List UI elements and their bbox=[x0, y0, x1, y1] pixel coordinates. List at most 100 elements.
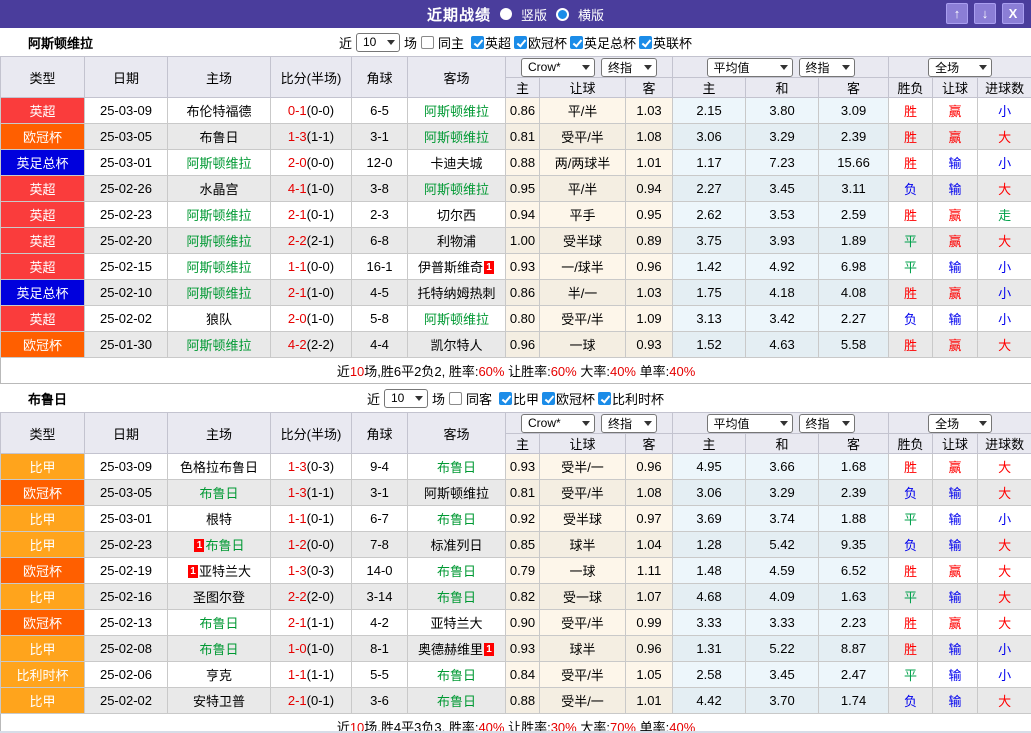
avg-home: 4.68 bbox=[673, 584, 746, 610]
match-date: 25-02-16 bbox=[85, 584, 168, 610]
avg-home: 2.15 bbox=[673, 98, 746, 124]
home-odds: 0.94 bbox=[506, 202, 540, 228]
league-type-cell: 英超 bbox=[1, 306, 85, 332]
league-type-cell: 比甲 bbox=[1, 454, 85, 480]
same-away-label[interactable]: 同客 bbox=[466, 389, 492, 408]
league-checkbox-label[interactable]: 英联杯 bbox=[653, 33, 692, 52]
match-count-select[interactable]: 10 bbox=[356, 33, 400, 52]
result-goals: 走 bbox=[978, 202, 1031, 228]
col-header-handicap: 让球 bbox=[540, 434, 626, 454]
odds-final-select[interactable]: 终指 bbox=[601, 414, 657, 433]
league-checkbox[interactable] bbox=[598, 392, 611, 405]
league-checkbox-label[interactable]: 英超 bbox=[485, 33, 511, 52]
match-row: 英超25-02-26水晶宫4-1(1-0)3-8阿斯顿维拉0.95平/半0.94… bbox=[1, 176, 1031, 202]
avg-draw: 3.29 bbox=[746, 480, 819, 506]
result-winloss: 平 bbox=[889, 662, 933, 688]
vertical-layout-label[interactable]: 竖版 bbox=[521, 5, 547, 24]
col-header-avg-away: 客 bbox=[819, 434, 889, 454]
scope-select[interactable]: 全场 bbox=[928, 414, 992, 433]
league-checkbox-label[interactable]: 欧冠杯 bbox=[528, 33, 567, 52]
match-row: 比甲25-02-231布鲁日1-2(0-0)7-8标准列日0.85球半1.041… bbox=[1, 532, 1031, 558]
away-team-cell: 标准列日 bbox=[408, 532, 506, 558]
result-winloss: 胜 bbox=[889, 98, 933, 124]
away-team-cell: 阿斯顿维拉 bbox=[408, 176, 506, 202]
league-checkbox[interactable] bbox=[514, 36, 527, 49]
same-away-checkbox[interactable] bbox=[449, 392, 462, 405]
team-name: 奥德赫维里 bbox=[418, 642, 483, 657]
team-name: 布鲁日 bbox=[437, 694, 476, 709]
handicap-line: 平/半 bbox=[540, 176, 626, 202]
col-header-type: 类型 bbox=[1, 57, 85, 98]
match-date: 25-03-01 bbox=[85, 150, 168, 176]
league-checkbox[interactable] bbox=[542, 392, 555, 405]
avg-source-select[interactable]: 平均值 bbox=[707, 414, 793, 433]
col-header-date: 日期 bbox=[85, 57, 168, 98]
score-cell: 1-2(0-0) bbox=[271, 532, 352, 558]
same-home-label[interactable]: 同主 bbox=[438, 33, 464, 52]
team-name: 布伦特福德 bbox=[186, 104, 251, 119]
avg-home: 2.58 bbox=[673, 662, 746, 688]
away-team-cell: 奥德赫维里1 bbox=[408, 636, 506, 662]
league-checkbox[interactable] bbox=[471, 36, 484, 49]
corners-cell: 6-8 bbox=[352, 228, 408, 254]
league-type-cell: 比甲 bbox=[1, 636, 85, 662]
vertical-layout-radio[interactable] bbox=[500, 8, 512, 20]
team-name: 亨克 bbox=[206, 668, 232, 683]
corners-cell: 3-14 bbox=[352, 584, 408, 610]
league-checkbox-label[interactable]: 欧冠杯 bbox=[556, 389, 595, 408]
result-handicap: 输 bbox=[933, 662, 978, 688]
league-checkbox[interactable] bbox=[570, 36, 583, 49]
avg-source-select[interactable]: 平均值 bbox=[707, 58, 793, 77]
odds-source-select[interactable]: Crow* bbox=[521, 58, 595, 77]
league-checkbox-label[interactable]: 比甲 bbox=[513, 389, 539, 408]
result-winloss: 平 bbox=[889, 584, 933, 610]
match-row: 欧冠杯25-03-05布鲁日1-3(1-1)3-1阿斯顿维拉0.81受平/半1.… bbox=[1, 124, 1031, 150]
handicap-line: 两/两球半 bbox=[540, 150, 626, 176]
close-button[interactable]: X bbox=[1002, 3, 1024, 24]
team-name: 阿斯顿维拉 bbox=[424, 104, 489, 119]
away-team-cell: 亚特兰大 bbox=[408, 610, 506, 636]
avg-final-select[interactable]: 终指 bbox=[799, 414, 855, 433]
away-odds: 0.93 bbox=[626, 332, 673, 358]
avg-final-select[interactable]: 终指 bbox=[799, 58, 855, 77]
handicap-line: 一球 bbox=[540, 332, 626, 358]
away-team-cell: 托特纳姆热刺 bbox=[408, 280, 506, 306]
away-odds: 1.08 bbox=[626, 480, 673, 506]
match-count-select[interactable]: 10 bbox=[384, 389, 428, 408]
result-handicap: 赢 bbox=[933, 558, 978, 584]
same-home-checkbox[interactable] bbox=[421, 36, 434, 49]
move-down-button[interactable]: ↓ bbox=[974, 3, 996, 24]
avg-draw: 3.74 bbox=[746, 506, 819, 532]
league-checkbox[interactable] bbox=[639, 36, 652, 49]
league-checkbox-label[interactable]: 英足总杯 bbox=[584, 33, 636, 52]
col-header-type: 类型 bbox=[1, 413, 85, 454]
result-goals: 大 bbox=[978, 532, 1031, 558]
home-team-cell: 阿斯顿维拉 bbox=[168, 228, 271, 254]
chevron-down-icon bbox=[780, 421, 788, 426]
league-checkbox[interactable] bbox=[499, 392, 512, 405]
result-handicap: 输 bbox=[933, 176, 978, 202]
corners-cell: 16-1 bbox=[352, 254, 408, 280]
handicap-line: 受半/一 bbox=[540, 688, 626, 714]
result-goals: 大 bbox=[978, 124, 1031, 150]
odds-source-select[interactable]: Crow* bbox=[521, 414, 595, 433]
scope-select[interactable]: 全场 bbox=[928, 58, 992, 77]
avg-draw: 4.92 bbox=[746, 254, 819, 280]
away-team-cell: 伊普斯维奇1 bbox=[408, 254, 506, 280]
away-team-cell: 卡迪夫城 bbox=[408, 150, 506, 176]
red-card-badge: 1 bbox=[188, 565, 198, 578]
col-header-away: 客场 bbox=[408, 413, 506, 454]
red-card-badge: 1 bbox=[484, 643, 494, 656]
match-date: 25-02-20 bbox=[85, 228, 168, 254]
horizontal-layout-radio[interactable] bbox=[556, 8, 569, 21]
chevron-down-icon bbox=[387, 40, 395, 45]
avg-home: 1.28 bbox=[673, 532, 746, 558]
result-goals: 大 bbox=[978, 558, 1031, 584]
move-up-button[interactable]: ↑ bbox=[946, 3, 968, 24]
home-odds: 0.88 bbox=[506, 688, 540, 714]
odds-final-select[interactable]: 终指 bbox=[601, 58, 657, 77]
league-checkbox-label[interactable]: 比利时杯 bbox=[612, 389, 664, 408]
horizontal-layout-label[interactable]: 横版 bbox=[578, 5, 604, 24]
home-team-cell: 色格拉布鲁日 bbox=[168, 454, 271, 480]
home-team-cell: 阿斯顿维拉 bbox=[168, 150, 271, 176]
